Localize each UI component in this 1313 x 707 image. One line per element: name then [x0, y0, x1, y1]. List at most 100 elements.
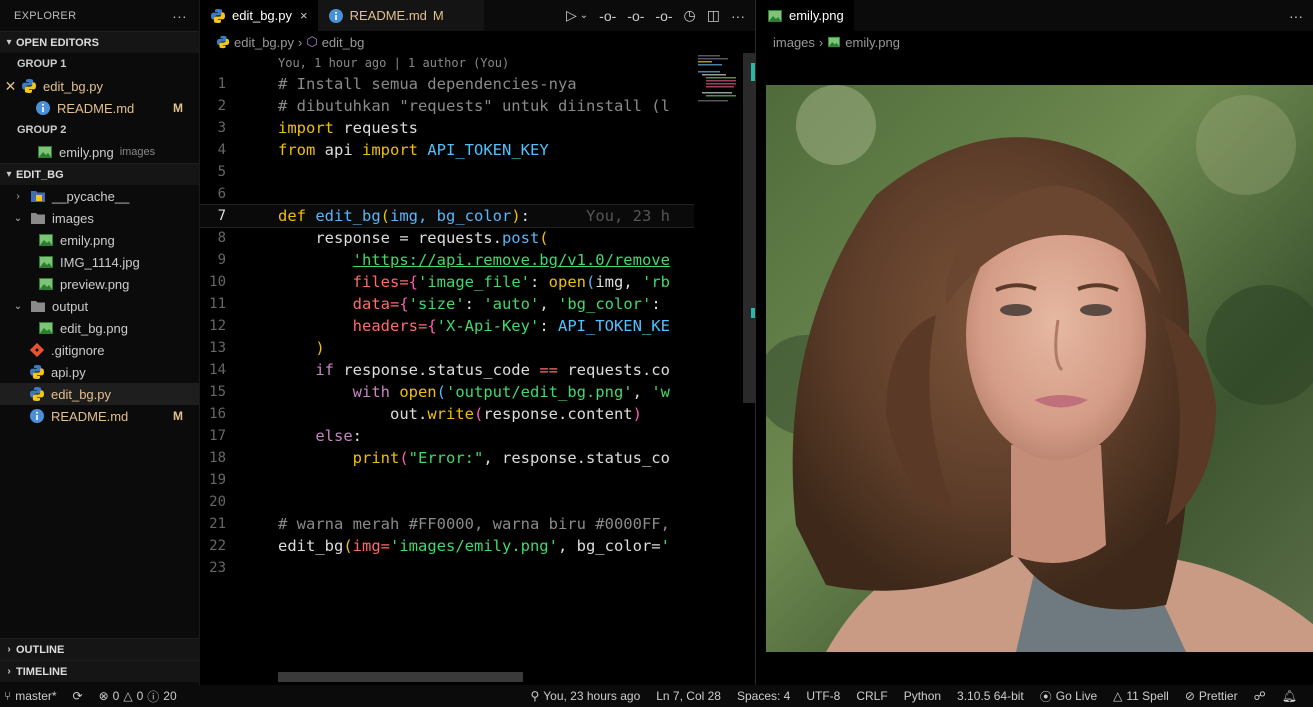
feedback-icon[interactable]: ☍: [1254, 688, 1266, 705]
code-token: open: [389, 383, 437, 401]
tab-readme[interactable]: README.md M: [317, 0, 484, 31]
branch-status[interactable]: ⑂ master*: [4, 688, 57, 705]
code-token: (: [473, 405, 484, 423]
code-token: edit_bg: [278, 537, 344, 555]
code-token: , bg_color=: [557, 537, 661, 555]
code-token: img,: [595, 273, 642, 291]
tree-item-edit-bg-py[interactable]: edit_bg.py: [0, 383, 199, 405]
tab-bar: edit_bg.py × README.md M ▷ ⌄ -o- -o- -o-…: [200, 0, 755, 31]
cursor-position[interactable]: Ln 7, Col 28: [656, 688, 721, 705]
code-token: headers=: [278, 317, 428, 335]
code-token: 'X-Api-Key': [436, 317, 540, 335]
go-live-label: Go Live: [1055, 689, 1098, 703]
outline-section[interactable]: › OUTLINE: [0, 638, 200, 660]
git-change-marker: [751, 63, 755, 81]
inline-blame: You, 23 h: [586, 207, 671, 225]
chevron-right-icon: ›: [7, 644, 11, 655]
tree-item-edit-bg-png[interactable]: edit_bg.png: [0, 317, 199, 339]
tab-emily-png[interactable]: emily.png: [757, 0, 854, 31]
code-line: 23: [200, 557, 694, 579]
git-commit-next-icon[interactable]: -o-: [655, 8, 672, 24]
open-editor-label: emily.png: [59, 144, 114, 160]
open-editor-edit-bg-py[interactable]: ✕ edit_bg.py: [0, 75, 199, 97]
code-token: 'w: [651, 383, 670, 401]
git-commit-icon[interactable]: -o-: [627, 8, 644, 24]
language-mode[interactable]: Python: [904, 688, 941, 705]
python-interpreter[interactable]: 3.10.5 64-bit: [957, 688, 1024, 705]
tree-item-images[interactable]: ⌄ images: [0, 207, 199, 229]
code-token: open: [548, 273, 586, 291]
notifications-bell-icon[interactable]: 🔔︎: [1282, 688, 1297, 705]
code-token: write: [427, 405, 474, 423]
breadcrumb-file[interactable]: emily.png: [845, 35, 900, 50]
explorer-title: EXPLORER: [14, 9, 77, 22]
encoding[interactable]: UTF-8: [806, 688, 840, 705]
split-editor-icon[interactable]: ◫: [707, 7, 720, 24]
edit-bg-folder-section[interactable]: ▾ EDIT_BG: [0, 163, 199, 185]
chevron-down-icon[interactable]: ⌄: [580, 10, 588, 21]
git-blame-status[interactable]: ⚲ You, 23 hours ago: [530, 688, 640, 705]
git-commit-prev-icon[interactable]: -o-: [599, 8, 616, 24]
code-token: else: [278, 427, 353, 445]
tree-item-gitignore[interactable]: .gitignore: [0, 339, 199, 361]
chevron-right-icon: ›: [7, 666, 11, 677]
go-live-button[interactable]: ⦿ Go Live: [1040, 688, 1097, 705]
info-icon: [35, 100, 51, 116]
code-token: 'rb: [642, 273, 670, 291]
vertical-scrollbar[interactable]: [743, 53, 755, 403]
python-file-icon: [210, 8, 226, 24]
code-token: :: [539, 317, 558, 335]
problems-status[interactable]: ⊗ 0 △ 0 ⓘ 20: [99, 688, 177, 705]
minimap[interactable]: [698, 53, 742, 103]
prettier-status[interactable]: ⊘ Prettier: [1185, 688, 1238, 705]
tree-item-api-py[interactable]: api.py: [0, 361, 199, 383]
spell-check-status[interactable]: △ 11 Spell: [1113, 688, 1169, 705]
more-actions-icon[interactable]: ···: [1289, 8, 1303, 24]
group-1-label: GROUP 1: [17, 58, 67, 70]
tree-item-readme[interactable]: README.md M: [0, 405, 199, 427]
horizontal-scrollbar[interactable]: [278, 672, 523, 682]
modified-badge: M: [173, 409, 183, 423]
timeline-clock-icon[interactable]: ◷: [684, 7, 696, 24]
breadcrumb-folder[interactable]: images: [773, 35, 815, 50]
image-file-icon: [38, 254, 54, 270]
open-editors-section[interactable]: ▾ OPEN EDITORS: [0, 31, 199, 53]
timeline-section[interactable]: › TIMELINE: [0, 660, 200, 682]
tree-item-preview-png[interactable]: preview.png: [0, 273, 199, 295]
tree-item-emily-png[interactable]: emily.png: [0, 229, 199, 251]
code-token: 'image_file': [418, 273, 530, 291]
code-token: files=: [278, 273, 409, 291]
code-token: requests.co: [557, 361, 670, 379]
breadcrumb-symbol[interactable]: edit_bg: [322, 35, 365, 50]
codelens-author[interactable]: You, 1 hour ago | 1 author (You): [200, 53, 694, 73]
tree-item-pycache[interactable]: › __pycache__: [0, 185, 199, 207]
tab-edit-bg-py[interactable]: edit_bg.py ×: [200, 0, 318, 31]
run-icon[interactable]: ▷: [566, 7, 577, 24]
tree-item-label: .gitignore: [51, 342, 105, 358]
code-editor[interactable]: You, 1 hour ago | 1 author (You) 1 # Inst…: [200, 53, 694, 673]
tree-item-output[interactable]: ⌄ output: [0, 295, 199, 317]
open-editor-emily-png[interactable]: emily.png images: [0, 141, 199, 163]
more-actions-icon[interactable]: ···: [731, 8, 745, 24]
code-line-current: 7 def edit_bg(img, bg_color): You, 23 h: [200, 204, 694, 228]
code-token: 'output/edit_bg.png': [446, 383, 633, 401]
sync-icon[interactable]: ⟳: [73, 688, 83, 705]
code-line: 2 # dibutuhkan "requests" untuk diinstall…: [200, 95, 694, 117]
close-tab-icon[interactable]: ×: [300, 8, 308, 23]
tree-item-img-1114[interactable]: IMG_1114.jpg: [0, 251, 199, 273]
breadcrumb-file[interactable]: edit_bg.py: [234, 35, 294, 50]
end-of-line[interactable]: CRLF: [856, 688, 887, 705]
tab-label: edit_bg.py: [232, 8, 292, 23]
more-actions-icon[interactable]: ···: [172, 8, 187, 24]
open-editor-readme[interactable]: README.md M: [0, 97, 199, 119]
indentation[interactable]: Spaces: 4: [737, 688, 790, 705]
group-2-label: GROUP 2: [17, 124, 67, 136]
code-token: print: [278, 449, 400, 467]
code-line: 15 with open('output/edit_bg.png', 'w: [200, 381, 694, 403]
code-token: ): [511, 207, 521, 225]
code-token: , response.status_co: [483, 449, 670, 467]
broadcast-icon: ⦿: [1039, 689, 1052, 704]
close-icon[interactable]: ✕: [0, 78, 21, 95]
code-token: (: [539, 229, 549, 247]
line-number: 21: [209, 516, 226, 532]
